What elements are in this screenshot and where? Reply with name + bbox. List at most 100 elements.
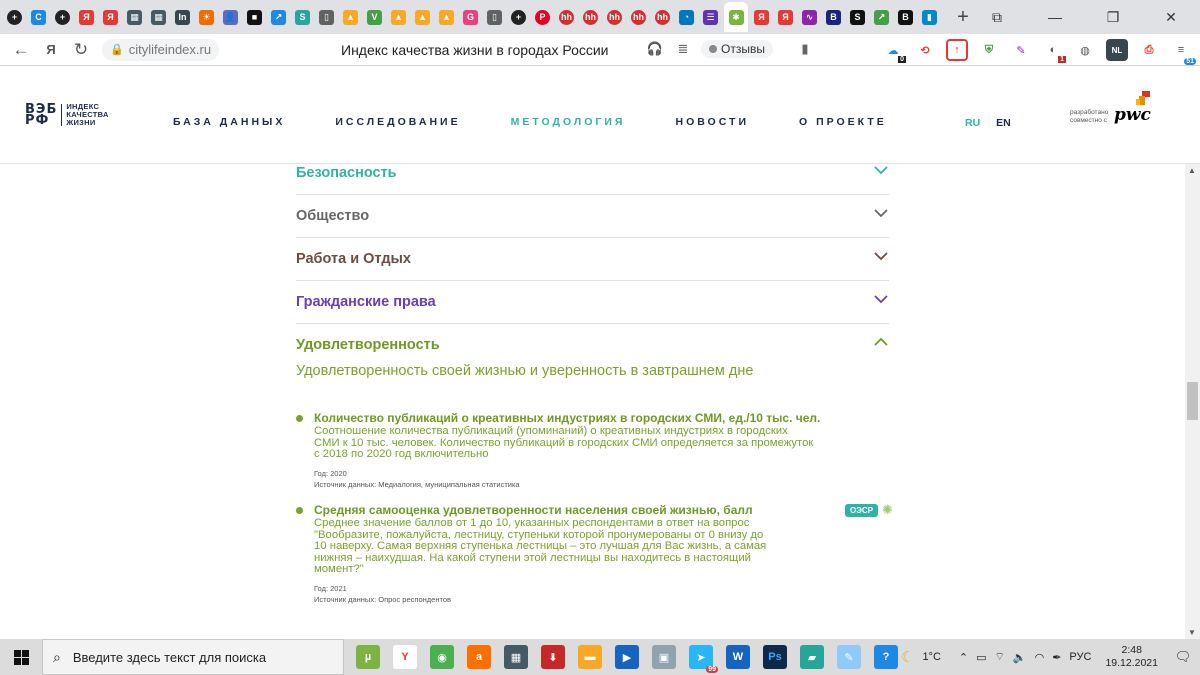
lang-ru[interactable]: RU	[965, 117, 980, 129]
back-button[interactable]: ←	[6, 40, 36, 60]
browser-tab[interactable]: hh	[556, 2, 577, 32]
browser-tab[interactable]: S	[847, 2, 868, 32]
wifi-icon[interactable]: ◠	[1035, 651, 1045, 664]
telegram-icon[interactable]: ➤ 99	[689, 645, 718, 673]
extension-pdf-icon[interactable]: ⎙	[1138, 39, 1160, 61]
partner-logo[interactable]: разработано совместно с pwc	[1070, 91, 1151, 125]
extension-globe-icon[interactable]: ◍	[1074, 39, 1096, 61]
notebook-icon[interactable]: ▰	[800, 645, 824, 669]
browser-tab[interactable]: B	[823, 2, 844, 32]
extension-upload-icon[interactable]: ↑	[946, 39, 968, 61]
close-window-button[interactable]: ✕	[1142, 9, 1200, 26]
scroll-up-arrow-icon[interactable]: ▲	[1188, 166, 1196, 175]
extension-shield-icon[interactable]: ⛨	[978, 39, 1000, 61]
network-icon[interactable]: ⌔	[995, 650, 1005, 664]
download-icon[interactable]: ⬇	[541, 645, 565, 669]
browser-tab[interactable]: +	[4, 2, 25, 32]
browser-tab[interactable]: ▲	[388, 2, 409, 32]
browser-tab[interactable]: ▯	[316, 2, 337, 32]
browser-tab[interactable]: ▲	[340, 2, 361, 32]
browser-tab[interactable]: hh	[652, 2, 673, 32]
extension-feather-icon[interactable]: ✎	[1010, 39, 1032, 61]
utorrent-icon[interactable]: µ	[356, 645, 380, 669]
browser-tab[interactable]: Я	[76, 2, 97, 32]
headphones-icon[interactable]: 🎧	[645, 39, 665, 59]
browser-tab[interactable]: ↗	[268, 2, 289, 32]
accordion-civil-rights[interactable]: Гражданские права	[296, 281, 889, 324]
accordion-work-leisure[interactable]: Работа и Отдых	[296, 238, 889, 281]
browser-tab[interactable]: S	[292, 2, 313, 32]
browser-tab[interactable]: ▲	[436, 2, 457, 32]
weather-moon-icon[interactable]: ☾	[901, 648, 914, 666]
battery-icon[interactable]: ▭	[976, 651, 986, 664]
extension-refresh-icon[interactable]: ⟲	[914, 39, 936, 61]
browser-tab[interactable]: hh	[628, 2, 649, 32]
browser-tab[interactable]: G	[460, 2, 481, 32]
start-button[interactable]	[0, 639, 42, 675]
browser-tab[interactable]: C	[28, 2, 49, 32]
oecd-badge[interactable]: ОЭСР ✺	[845, 502, 893, 518]
browser-tab[interactable]: hh	[580, 2, 601, 32]
reviews-button[interactable]: Отзывы	[701, 40, 773, 58]
scroll-down-arrow-icon[interactable]: ▼	[1188, 628, 1196, 637]
tab-search-icon[interactable]: ⧉	[968, 9, 1026, 26]
browser-tab[interactable]: Я	[751, 2, 772, 32]
page-scrollbar[interactable]: ▲ ▼	[1185, 164, 1200, 639]
clock[interactable]: 2:48 19.12.2021	[1105, 644, 1158, 670]
browser-tab[interactable]: Я	[100, 2, 121, 32]
input-language[interactable]: РУС	[1069, 651, 1091, 663]
browser-tab[interactable]: 👤	[220, 2, 241, 32]
browser-tab[interactable]: ✱	[724, 2, 748, 32]
browser-tab[interactable]: ▲	[412, 2, 433, 32]
folder-icon[interactable]: ▬	[578, 645, 602, 669]
media-player-icon[interactable]: ▶	[615, 645, 639, 669]
accordion-safety[interactable]: Безопасность	[296, 164, 889, 195]
browser-tab[interactable]: ▦	[148, 2, 169, 32]
pen-icon[interactable]: ✒	[1052, 651, 1061, 664]
site-logo[interactable]: ВЭБ РФ ИНДЕКС КАЧЕСТВА ЖИЗНИ	[25, 103, 109, 128]
volume-icon[interactable]: 🔈	[1013, 651, 1027, 664]
browser-tab[interactable]: Я	[775, 2, 796, 32]
browser-tab[interactable]: ☀	[196, 2, 217, 32]
scroll-thumb[interactable]	[1187, 382, 1198, 420]
bookmark-icon[interactable]: ▮	[795, 39, 815, 59]
browser-tab[interactable]: ☰	[700, 2, 721, 32]
accordion-society[interactable]: Общество	[296, 195, 889, 238]
taskbar-search[interactable]: ⌕ Введите здесь текст для поиска	[42, 639, 344, 675]
photoshop-icon[interactable]: Ps	[763, 645, 787, 669]
browser-tab[interactable]: B	[895, 2, 916, 32]
restore-button[interactable]: ❐	[1084, 9, 1142, 26]
browser-tab[interactable]: hh	[604, 2, 625, 32]
browser-tab[interactable]: ↗	[871, 2, 892, 32]
yandex-home-icon[interactable]: Я	[36, 42, 66, 57]
lang-en[interactable]: EN	[996, 117, 1011, 129]
nav-about[interactable]: О ПРОЕКТЕ	[799, 116, 887, 128]
browser-tab[interactable]: ∿	[799, 2, 820, 32]
tray-expand-icon[interactable]: ⌃	[959, 651, 968, 664]
accordion-satisfaction[interactable]: Удовлетворенность	[296, 324, 889, 367]
weather-temp[interactable]: 1°C	[922, 651, 940, 663]
extension-menu-icon[interactable]: ≡ 51	[1170, 39, 1196, 65]
browser-tab[interactable]: ▦	[124, 2, 145, 32]
word-icon[interactable]: W	[726, 645, 750, 669]
extension-nl-icon[interactable]: NL	[1106, 39, 1128, 61]
extension-pin-icon[interactable]: ◐ 1	[1042, 39, 1066, 63]
reader-mode-icon[interactable]: ≣	[673, 39, 693, 59]
browser-tab[interactable]: In	[172, 2, 193, 32]
extension-cloud-icon[interactable]: ☁ 0	[882, 39, 906, 63]
browser-tab[interactable]: P	[532, 2, 553, 32]
browser-tab[interactable]: ▮	[919, 2, 940, 32]
nav-database[interactable]: БАЗА ДАННЫХ	[173, 116, 285, 128]
help-icon[interactable]: ?	[874, 645, 898, 669]
browser-tab[interactable]: ◔	[676, 2, 697, 32]
reload-button[interactable]: ↻	[66, 40, 96, 60]
photos-icon[interactable]: ▣	[652, 645, 676, 669]
browser-tab[interactable]: +	[52, 2, 73, 32]
nav-news[interactable]: НОВОСТИ	[675, 116, 749, 128]
nav-research[interactable]: ИССЛЕДОВАНИЕ	[335, 116, 460, 128]
yandex-browser-icon[interactable]: Y	[393, 645, 417, 669]
browser-tab[interactable]: +	[508, 2, 529, 32]
browser-tab[interactable]: ▯	[484, 2, 505, 32]
avast-icon[interactable]: a	[467, 645, 491, 669]
nav-methodology[interactable]: МЕТОДОЛОГИЯ	[511, 116, 626, 128]
